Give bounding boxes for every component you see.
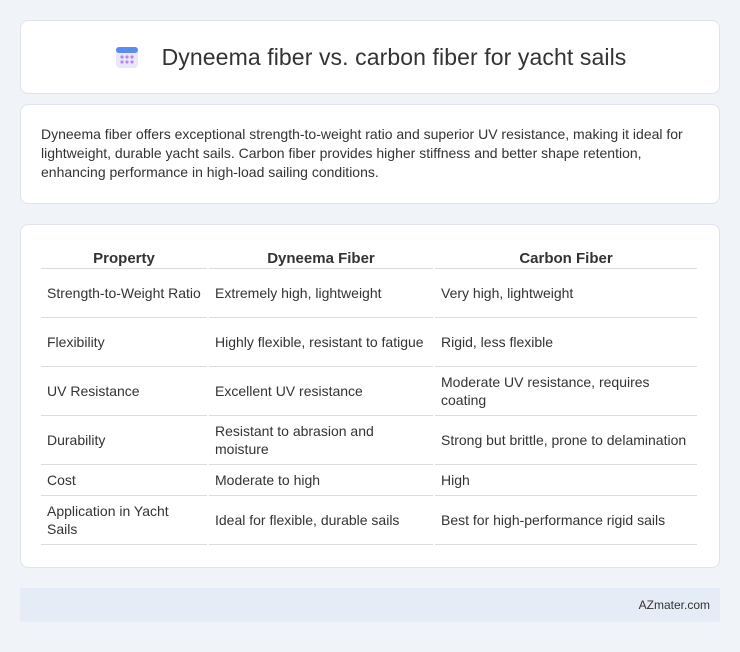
column-header-dyneema: Dyneema Fiber [209,245,433,269]
table-cell: Cost [41,465,207,496]
table-cell: Durability [41,416,207,465]
table-cell: Very high, lightweight [435,269,697,318]
table-row: Strength-to-Weight Ratio Extremely high,… [41,269,697,318]
comparison-table-card: Property Dyneema Fiber Carbon Fiber Stre… [20,224,720,568]
table-cell: Application in Yacht Sails [41,496,207,545]
calendar-icon [114,44,140,70]
table-header-row: Property Dyneema Fiber Carbon Fiber [41,245,697,269]
table-cell: Ideal for flexible, durable sails [209,496,433,545]
table-row: Durability Resistant to abrasion and moi… [41,416,697,465]
table-row: UV Resistance Excellent UV resistance Mo… [41,367,697,416]
table-cell: Moderate UV resistance, requires coating [435,367,697,416]
table-cell: Flexibility [41,318,207,367]
table-cell: High [435,465,697,496]
comparison-table: Property Dyneema Fiber Carbon Fiber Stre… [39,245,699,545]
table-row: Application in Yacht Sails Ideal for fle… [41,496,697,545]
table-cell: Strong but brittle, prone to delaminatio… [435,416,697,465]
title-card: Dyneema fiber vs. carbon fiber for yacht… [20,20,720,94]
summary-card: Dyneema fiber offers exceptional strengt… [20,104,720,204]
table-cell: Resistant to abrasion and moisture [209,416,433,465]
column-header-property: Property [41,245,207,269]
footer-brand: AZmater.com [638,598,710,612]
table-cell: UV Resistance [41,367,207,416]
table-row: Cost Moderate to high High [41,465,697,496]
table-row: Flexibility Highly flexible, resistant t… [41,318,697,367]
table-cell: Best for high-performance rigid sails [435,496,697,545]
table-cell: Excellent UV resistance [209,367,433,416]
table-cell: Extremely high, lightweight [209,269,433,318]
page-title: Dyneema fiber vs. carbon fiber for yacht… [161,43,627,70]
footer: AZmater.com [20,588,720,622]
column-header-carbon: Carbon Fiber [435,245,697,269]
table-cell: Moderate to high [209,465,433,496]
summary-text: Dyneema fiber offers exceptional strengt… [41,126,683,180]
table-cell: Strength-to-Weight Ratio [41,269,207,318]
table-cell: Rigid, less flexible [435,318,697,367]
table-cell: Highly flexible, resistant to fatigue [209,318,433,367]
